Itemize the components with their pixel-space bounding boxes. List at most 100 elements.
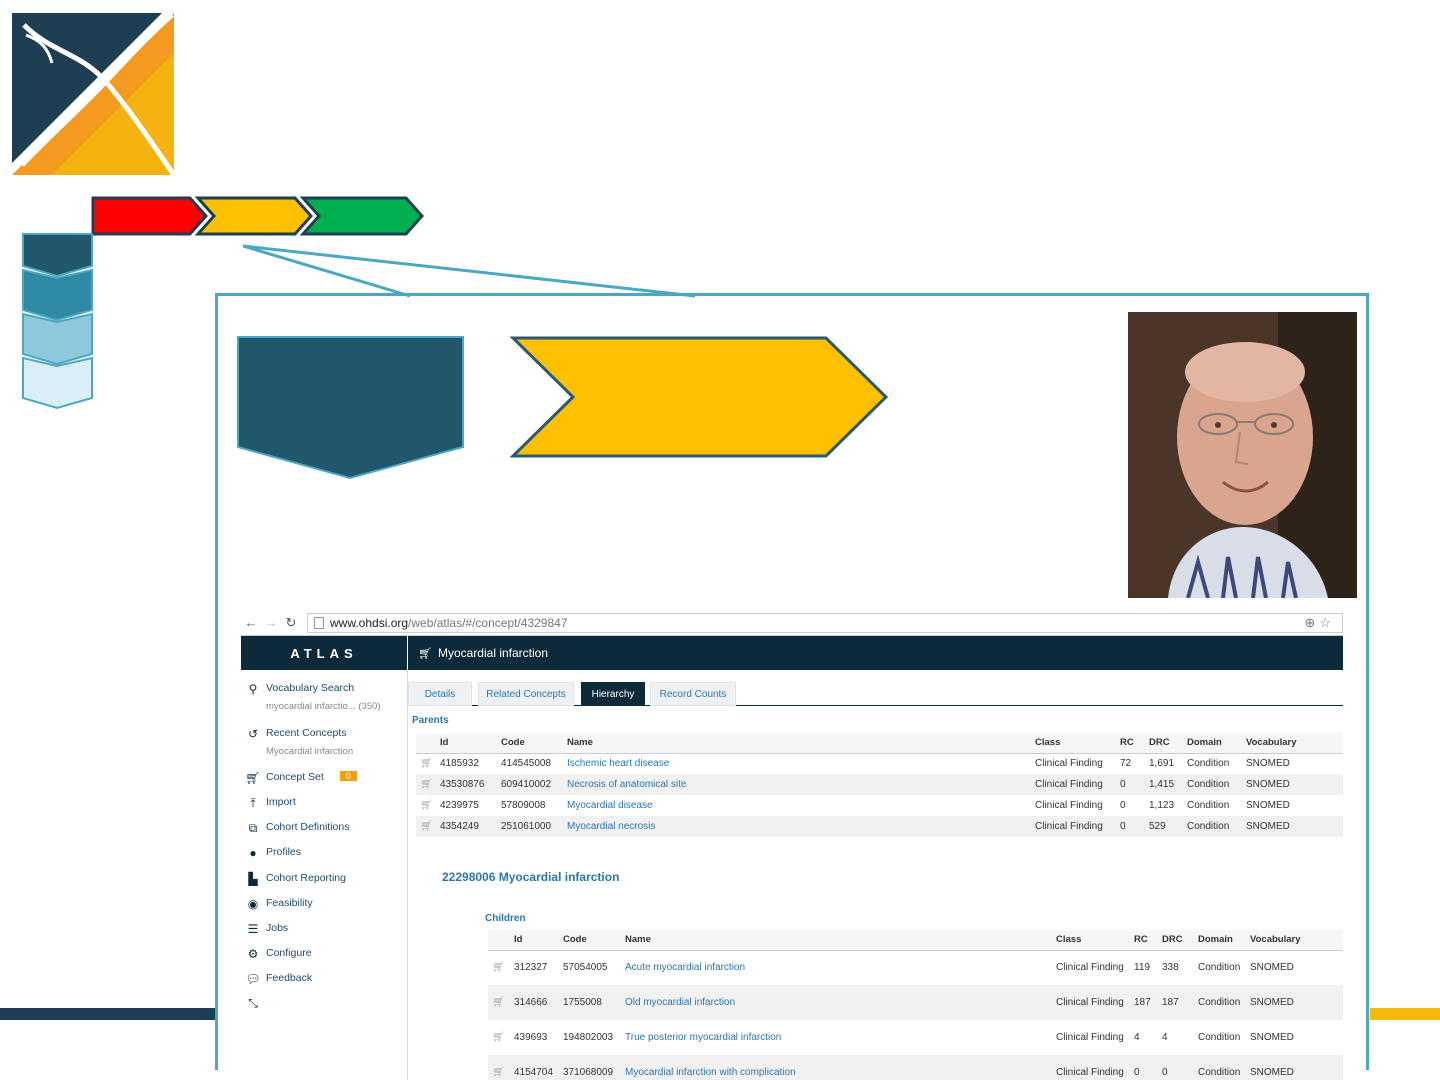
add-to-cart-icon[interactable]: 🛒︎ (416, 774, 436, 795)
sidebar-item-label: Configure (266, 947, 312, 959)
table-row: 🛒︎ 4185932 414545008 Ischemic heart dise… (416, 753, 1343, 774)
cell-vocabulary: SNOMED (1246, 1055, 1343, 1080)
col-domain[interactable]: Domain (1183, 733, 1242, 754)
sidebar-sub-recent[interactable]: Myocardial infarction (266, 746, 353, 757)
sidebar-item-recent-concepts[interactable]: ↺ Recent Concepts (245, 727, 347, 741)
col-id[interactable]: Id (436, 733, 497, 754)
sidebar-item-label: Feedback (266, 972, 313, 984)
concept-link[interactable]: Myocardial infarction with complication (621, 1055, 1052, 1080)
atlas-brand[interactable]: ATLAS (241, 636, 407, 670)
concept-link[interactable]: True posterior myocardial infarction (621, 1020, 1052, 1055)
tab-details[interactable]: Details (408, 682, 472, 706)
cell-code: 57054005 (563, 962, 608, 974)
address-bar: ← → ↻ www.ohdsi.org/web/atlas/#/concept/… (241, 610, 1343, 636)
col-code[interactable]: Code (497, 733, 563, 754)
col-vocabulary[interactable]: Vocabulary (1242, 733, 1343, 754)
add-to-cart-icon[interactable]: 🛒︎ (416, 753, 436, 774)
collapse-sidebar-button[interactable]: ⤡ (245, 996, 266, 1011)
cell-id: 4185932 (440, 758, 479, 770)
sidebar-sub-vocabulary[interactable]: myocardial infarctio... (350) (266, 701, 381, 712)
sidebar-item-cohort-reporting[interactable]: ▙ Cohort Reporting (245, 872, 346, 886)
forward-arrow-icon[interactable]: → (261, 615, 281, 630)
cell-class: Clinical Finding (1056, 1031, 1124, 1043)
reload-icon[interactable]: ↻ (281, 615, 301, 631)
zoom-icon[interactable]: ⊕ (1304, 615, 1319, 630)
cell-class: Clinical Finding (1035, 800, 1103, 811)
sidebar-item-label: Import (266, 796, 296, 808)
cell-code: 1755008 (559, 985, 621, 1020)
children-label: Children (485, 913, 526, 924)
chevron-red (91, 196, 209, 236)
url-host: www.ohdsi.org (330, 615, 409, 630)
cell-drc: 4 (1162, 1032, 1168, 1043)
cell-drc: 529 (1145, 816, 1183, 837)
sidebar-item-vocabulary-search[interactable]: ⚲ Vocabulary Search (245, 682, 355, 696)
col-name[interactable]: Name (563, 733, 1031, 754)
bookmark-star-icon[interactable]: ☆ (1319, 615, 1335, 630)
children-table: Id Code Name Class RC DRC Domain Vocabul… (488, 930, 1343, 1080)
sidebar-item-configure[interactable]: ⚙ Configure (245, 947, 312, 961)
cell-domain: Condition (1194, 1055, 1246, 1080)
chevron-yellow (194, 196, 314, 236)
col-drc[interactable]: DRC (1145, 733, 1183, 754)
sidebar-item-profiles[interactable]: ● Profiles (245, 846, 301, 860)
sidebar-item-concept-set[interactable]: 🛒︎ Concept Set 0 (245, 771, 357, 785)
url-field[interactable]: www.ohdsi.org/web/atlas/#/concept/432984… (307, 612, 1343, 633)
sidebar-item-import[interactable]: ⤒ Import (245, 796, 296, 811)
cell-code: 57809008 (501, 800, 546, 811)
col-domain[interactable]: Domain (1194, 930, 1246, 951)
tab-related-concepts[interactable]: Related Concepts (478, 682, 574, 706)
sidebar-item-jobs[interactable]: ☰ Jobs (245, 922, 289, 936)
cell-rc: 72 (1120, 758, 1132, 770)
cell-domain: Condition (1183, 774, 1242, 795)
parents-label: Parents (412, 715, 449, 726)
cell-class: Clinical Finding (1056, 961, 1124, 973)
concept-link[interactable]: Ischemic heart disease (563, 753, 1031, 774)
col-code[interactable]: Code (559, 930, 621, 951)
history-icon: ↺ (247, 727, 259, 741)
children-header-row: Id Code Name Class RC DRC Domain Vocabul… (488, 930, 1343, 951)
parents-header-row: Id Code Name Class RC DRC Domain Vocabul… (416, 733, 1343, 754)
add-to-cart-icon[interactable]: 🛒︎ (416, 816, 436, 837)
tab-record-counts[interactable]: Record Counts (650, 682, 736, 706)
add-to-cart-icon[interactable]: 🛒︎ (488, 985, 510, 1020)
col-class[interactable]: Class (1031, 733, 1116, 754)
concept-set-count-badge: 0 (339, 771, 357, 781)
cell-id: 4154704 (510, 1055, 559, 1080)
cell-drc: 1,415 (1145, 774, 1183, 795)
cell-vocabulary: SNOMED (1246, 985, 1343, 1020)
process-chevrons (91, 196, 425, 236)
col-name[interactable]: Name (621, 930, 1052, 951)
gears-icon: ⚙ (247, 947, 259, 961)
col-class[interactable]: Class (1052, 930, 1130, 951)
cell-drc: 187 (1158, 985, 1194, 1020)
cell-rc: 187 (1130, 985, 1158, 1020)
concept-link[interactable]: Necrosis of anatomical site (563, 774, 1031, 795)
col-rc[interactable]: RC (1116, 733, 1145, 754)
back-arrow-icon[interactable]: ← (241, 615, 261, 630)
tab-hierarchy[interactable]: Hierarchy (581, 682, 645, 706)
add-to-cart-icon[interactable]: 🛒︎ (488, 1020, 510, 1055)
col-rc[interactable]: RC (1130, 930, 1158, 951)
col-id[interactable]: Id (510, 930, 559, 951)
sidebar-item-feasibility[interactable]: ◉ Feasibility (245, 897, 313, 911)
add-to-cart-icon[interactable]: 🛒︎ (416, 795, 436, 816)
add-to-cart-icon[interactable]: 🛒︎ (488, 1055, 510, 1080)
server-icon: ☰ (247, 922, 259, 936)
add-to-cart-icon[interactable]: 🛒︎ (488, 950, 510, 985)
sidebar-item-feedback[interactable]: 💬︎ Feedback (245, 972, 312, 986)
concept-link[interactable]: Myocardial disease (563, 795, 1031, 816)
concept-link[interactable]: Acute myocardial infarction (621, 950, 1052, 985)
sidebar-item-label: Cohort Definitions (266, 821, 350, 833)
col-drc[interactable]: DRC (1158, 930, 1194, 951)
table-row: 🛒︎ 4354249 251061000 Myocardial necrosis… (416, 816, 1343, 837)
atlas-browser-window: ← → ↻ www.ohdsi.org/web/atlas/#/concept/… (241, 610, 1343, 1080)
cell-class: Clinical Finding (1031, 816, 1116, 837)
sidebar-item-cohort-definitions[interactable]: ⧉ Cohort Definitions (245, 821, 350, 836)
concept-heading: 22298006 Myocardial infarction (442, 870, 620, 884)
col-vocabulary[interactable]: Vocabulary (1246, 930, 1343, 951)
concept-link[interactable]: Myocardial necrosis (563, 816, 1031, 837)
cell-rc: 119 (1134, 962, 1150, 974)
sidebar-item-label: Jobs (266, 922, 289, 934)
concept-link[interactable]: Old myocardial infarction (621, 985, 1052, 1020)
